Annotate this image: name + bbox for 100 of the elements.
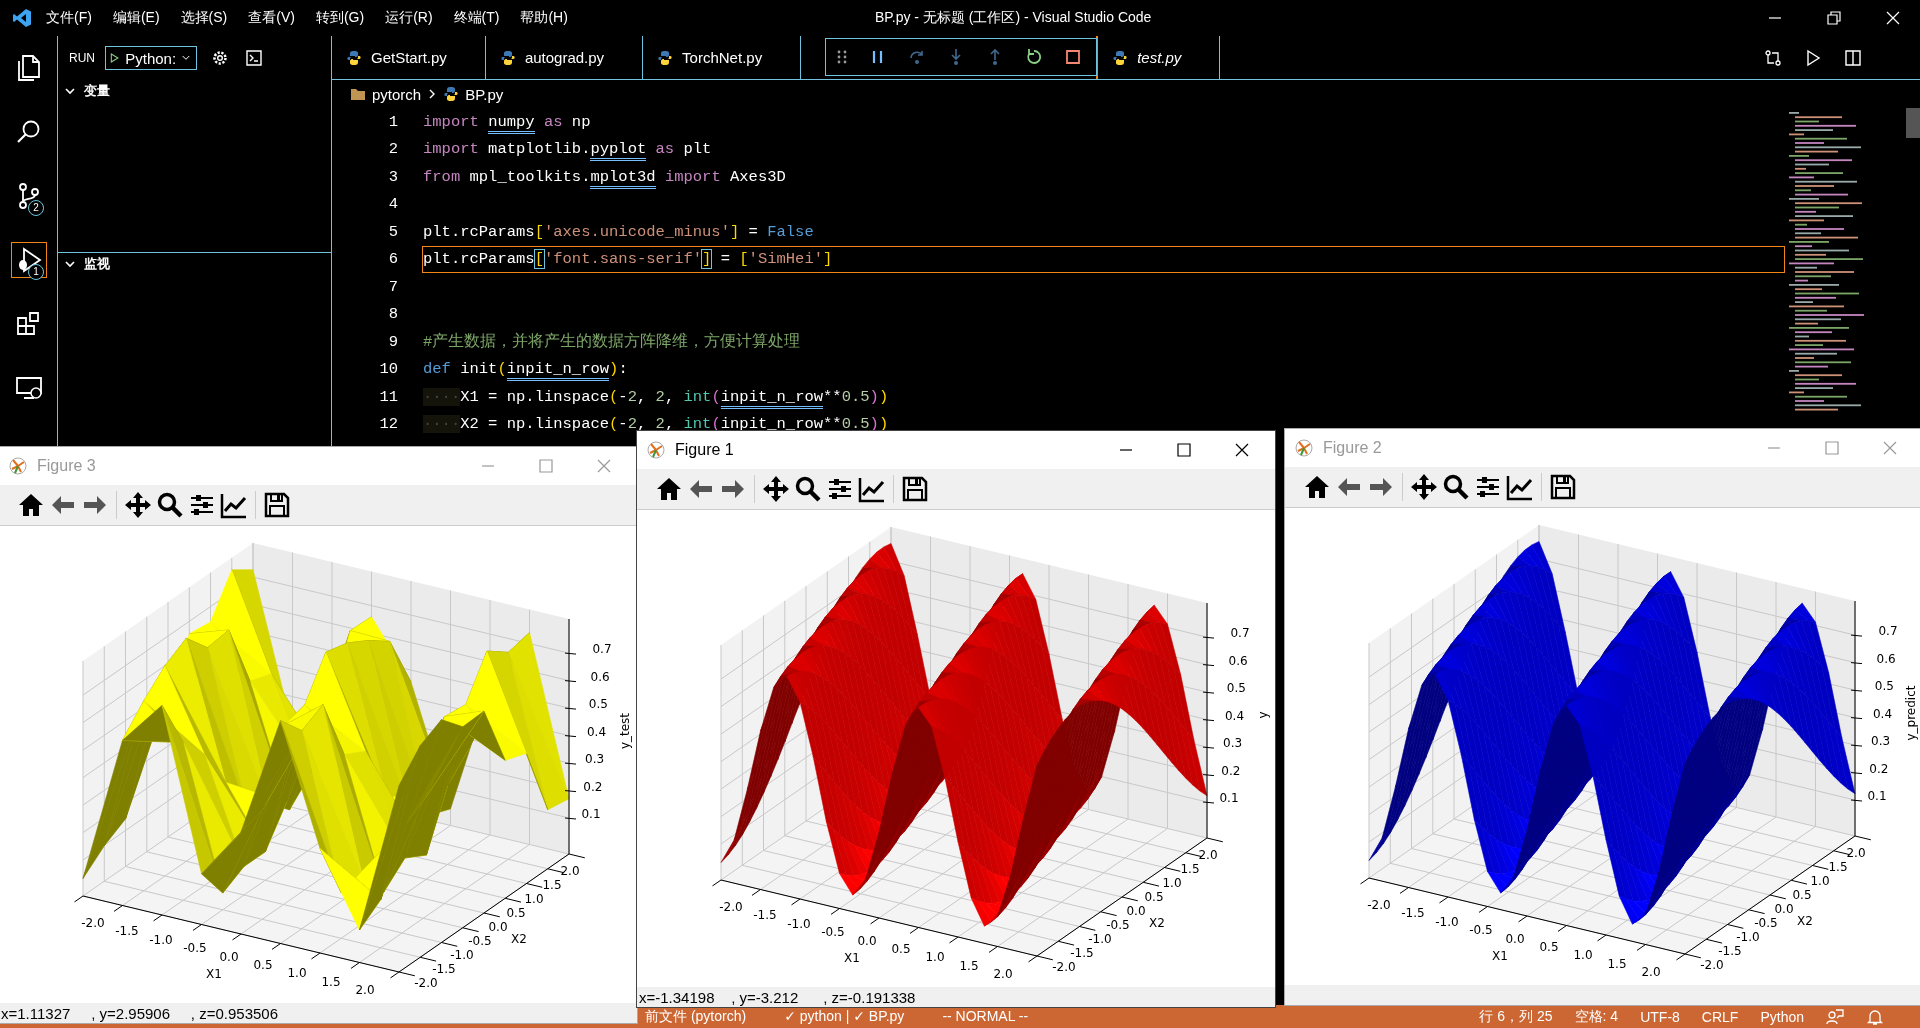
editor-tab[interactable]: autograd.py	[485, 36, 644, 79]
feedback-icon[interactable]	[1826, 1007, 1844, 1026]
menu-item[interactable]: 帮助(H)	[520, 9, 568, 27]
bell-icon[interactable]	[1866, 1007, 1884, 1026]
home-icon[interactable]	[655, 475, 683, 503]
line-number: 2	[387, 140, 398, 159]
status-item[interactable]: 行 6，列 25	[1479, 1007, 1553, 1026]
menu-item[interactable]: 编辑(E)	[112, 9, 160, 27]
section-header[interactable]: 变量	[58, 80, 331, 102]
tick-label: 0.7	[1878, 624, 1898, 638]
menu-item[interactable]: 运行(R)	[385, 9, 433, 27]
save-icon[interactable]	[901, 475, 929, 503]
line-number: 7	[387, 277, 398, 296]
menu-item[interactable]: 查看(V)	[248, 9, 295, 27]
save-icon[interactable]	[263, 491, 291, 519]
home-icon[interactable]	[17, 491, 45, 519]
tick-label: 0.0	[488, 920, 508, 934]
compare-icon[interactable]	[1764, 48, 1782, 67]
launch-config-select[interactable]: Python:	[105, 46, 197, 70]
code-line: def init(inpit_n_row):	[423, 360, 628, 379]
line-chart-icon[interactable]	[858, 475, 886, 503]
line-number: 5	[387, 222, 398, 241]
line-number: 6	[387, 250, 398, 269]
code-line: #产生数据，并将产生的数据方阵降维，方便计算处理	[423, 331, 801, 353]
run-label: RUN	[69, 51, 95, 65]
editor-tab[interactable]: test.py	[1098, 36, 1221, 79]
tick-label: 0.6	[1228, 653, 1248, 668]
tick-label: 0.5	[1144, 890, 1164, 904]
status-item[interactable]: 前文件 (pytorch)	[645, 1007, 747, 1026]
stop-icon[interactable]	[1064, 48, 1082, 66]
tick-label: -2.0	[414, 976, 438, 990]
zoom-icon[interactable]	[794, 475, 822, 503]
figure-title: Figure 3	[37, 457, 96, 475]
tick-label: -1.5	[753, 908, 777, 923]
status-item[interactable]: CRLF	[1701, 1008, 1739, 1025]
status-item[interactable]: 空格: 4	[1574, 1007, 1619, 1026]
activity-item[interactable]: 1	[0, 228, 57, 292]
close-icon[interactable]	[1235, 443, 1249, 457]
section-header[interactable]: 监视	[58, 253, 331, 275]
maximize-icon[interactable]	[1177, 443, 1191, 457]
terminal-icon[interactable]	[245, 49, 263, 67]
tick-label: -1.0	[1435, 914, 1459, 929]
tick-label: 1.0	[925, 950, 945, 965]
line-chart-icon[interactable]	[220, 491, 248, 519]
python-file-icon	[346, 49, 362, 66]
editor-tab[interactable]: GetStart.py	[332, 36, 486, 79]
tick-label: -0.5	[821, 925, 845, 940]
save-icon[interactable]	[1549, 473, 1577, 501]
settings-icon[interactable]	[211, 49, 229, 67]
tick-label: 0.5	[1539, 939, 1559, 954]
activity-item[interactable]: 2	[0, 164, 57, 228]
tick-label: -0.5	[1106, 918, 1130, 932]
tick-label: -2.0	[1700, 958, 1724, 972]
tick-label: 0.5	[506, 906, 526, 920]
menu-item[interactable]: 转到(G)	[315, 9, 365, 27]
status-item[interactable]: -- NORMAL --	[942, 1007, 1029, 1026]
tick-label: 2.0	[993, 967, 1013, 981]
status-item[interactable]: UTF-8	[1640, 1008, 1680, 1025]
restart-icon[interactable]	[1025, 48, 1043, 66]
status-item[interactable]: ✓ python | ✓ BP.py	[784, 1007, 905, 1026]
menu-item[interactable]: 选择(S)	[180, 9, 228, 27]
run-icon[interactable]	[1804, 48, 1822, 67]
tick-label: -1.0	[450, 948, 474, 962]
line-number: 12	[378, 415, 398, 434]
tick-label: 1.5	[959, 958, 979, 973]
scrollbar-thumb[interactable]	[1906, 108, 1920, 138]
status-item[interactable]: Python	[1760, 1008, 1804, 1025]
code-line: plt.rcParams['font.sans-serif'] = ['SimHei']	[423, 250, 833, 269]
play-icon	[110, 50, 120, 66]
home-icon[interactable]	[1303, 473, 1331, 501]
move-icon[interactable]	[762, 475, 790, 503]
line-number: 10	[378, 360, 398, 379]
menu-item[interactable]: 文件(F)	[46, 9, 92, 27]
axis-label: X1	[844, 951, 860, 965]
tick-label: 0.1	[1219, 791, 1239, 805]
breadcrumb-item[interactable]: pytorch	[372, 85, 422, 103]
tick-label: -1.5	[115, 924, 139, 939]
move-icon[interactable]	[124, 491, 152, 519]
restore-icon[interactable]	[1827, 11, 1841, 25]
line-number: 9	[387, 332, 398, 351]
figure-title: Figure 1	[675, 441, 734, 459]
axis-label: X2	[511, 932, 527, 946]
menu-item[interactable]: 终端(T)	[453, 9, 500, 27]
line-chart-icon[interactable]	[1506, 473, 1534, 501]
code-line: import matplotlib.pyplot as plt	[423, 140, 712, 159]
move-icon[interactable]	[1410, 473, 1438, 501]
breadcrumb-item[interactable]: BP.py	[465, 85, 504, 103]
axis-label: X2	[1797, 914, 1813, 928]
tick-label: -2.0	[719, 900, 743, 914]
tick-label: -1.0	[149, 932, 173, 947]
split-editor-icon[interactable]	[1844, 48, 1862, 67]
tick-label: -1.5	[1718, 944, 1742, 958]
drag-handle-icon[interactable]	[836, 48, 848, 66]
tick-label: 0.5	[588, 697, 608, 711]
tick-label: 1.5	[1180, 862, 1200, 876]
zoom-icon[interactable]	[1442, 473, 1470, 501]
vscode-logo-icon	[12, 8, 32, 28]
zoom-icon[interactable]	[156, 491, 184, 519]
editor-tab[interactable]: TorchNet.py	[643, 36, 802, 79]
tick-label: 0.3	[1223, 736, 1243, 750]
